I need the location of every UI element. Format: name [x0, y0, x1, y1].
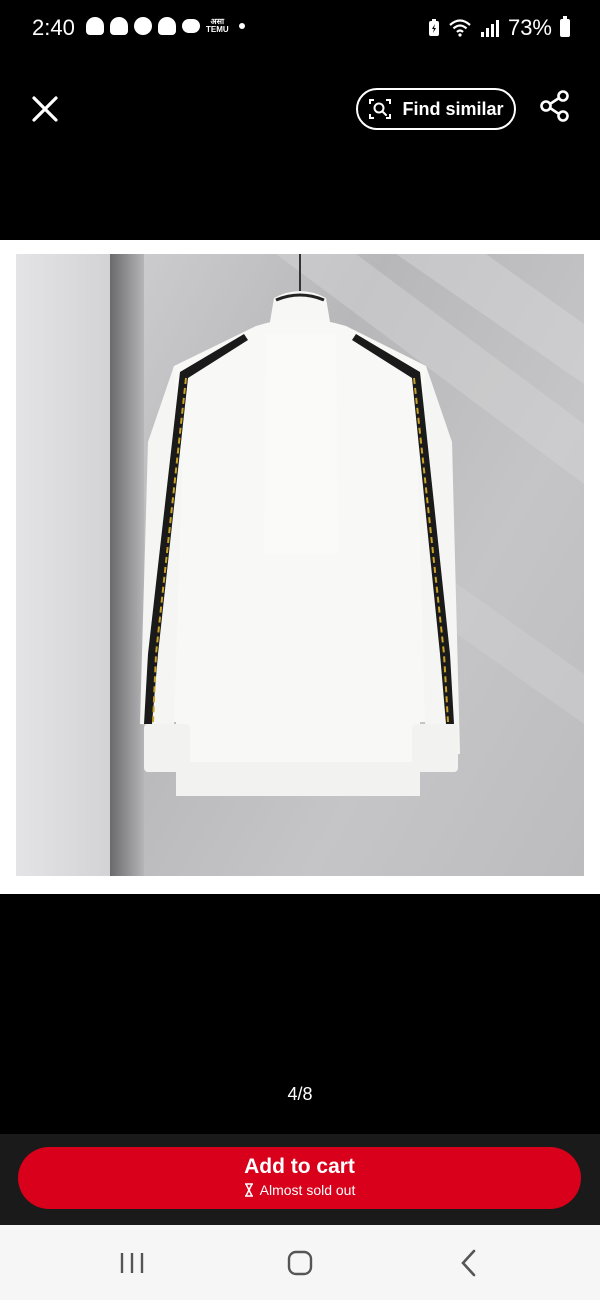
share-button[interactable] [538, 89, 572, 123]
close-icon [32, 96, 58, 122]
snapchat-icon [110, 17, 128, 35]
find-similar-label: Find similar [402, 98, 504, 119]
system-nav-bar [0, 1225, 600, 1300]
status-time: 2:40 [32, 15, 75, 40]
signal-icon [480, 20, 499, 37]
battery-percent: 73% [507, 15, 552, 40]
add-to-cart-button[interactable]: Add to cart Almost sold out [18, 1147, 581, 1209]
close-button[interactable] [28, 92, 62, 126]
status-bar: 2:40 असा TEMU 73% [0, 0, 600, 60]
back-icon [461, 1249, 476, 1277]
bottom-action-bar: Add to cart Almost sold out [0, 1134, 600, 1225]
more-notifications-dot [238, 23, 245, 29]
notification-icons: असा TEMU [86, 17, 245, 35]
snapchat-icon [86, 17, 104, 35]
battery-icon [560, 16, 570, 37]
wifi-icon [449, 19, 471, 37]
share-icon [540, 90, 569, 122]
temu-icon-label: TEMU [206, 25, 229, 34]
snapchat-icon [158, 17, 176, 35]
chat-icon [182, 19, 200, 33]
recents-button[interactable] [112, 1247, 152, 1279]
viewer-toolbar: Find similar [0, 60, 600, 240]
add-to-cart-label: Add to cart [244, 1155, 355, 1178]
stock-note-text: Almost sold out [259, 1182, 356, 1198]
scan-icon [369, 99, 392, 119]
home-icon [287, 1250, 313, 1276]
temu-icon: असा TEMU [206, 18, 229, 34]
back-button[interactable] [450, 1247, 490, 1279]
messenger-icon [134, 17, 152, 35]
image-counter: 4/8 [287, 1084, 313, 1104]
find-similar-button[interactable]: Find similar [356, 88, 516, 130]
jacket-back-image [16, 254, 584, 876]
hourglass-icon [244, 1183, 253, 1197]
home-button[interactable] [280, 1247, 320, 1279]
product-image[interactable] [16, 254, 584, 876]
battery-saver-icon [428, 19, 439, 36]
recents-icon [120, 1253, 144, 1273]
product-image-frame [0, 240, 600, 894]
stock-note: Almost sold out [18, 1182, 581, 1198]
status-right: 73% [428, 15, 570, 41]
